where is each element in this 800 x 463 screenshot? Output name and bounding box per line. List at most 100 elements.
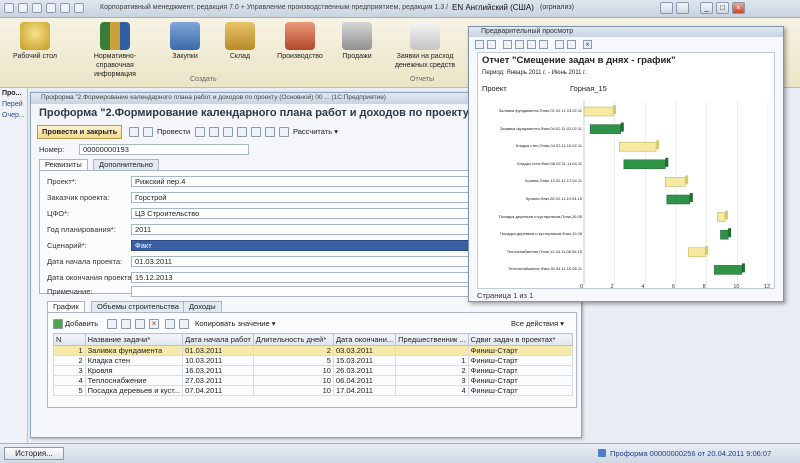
all-actions-button[interactable]: Все действия ▾ bbox=[511, 318, 564, 330]
tab-schedule[interactable]: График bbox=[47, 301, 85, 312]
desktop-icon bbox=[20, 22, 50, 50]
tab-construction-volumes[interactable]: Объемы строительства bbox=[91, 301, 185, 312]
col-start-date[interactable]: Дата начала работ bbox=[182, 333, 254, 346]
customer-label: Заказчик проекта: bbox=[47, 193, 110, 202]
cfo-label: ЦФО*: bbox=[47, 209, 70, 218]
doc-icon[interactable] bbox=[195, 127, 205, 137]
close-preview-icon[interactable]: × bbox=[583, 40, 592, 49]
fit-page-icon[interactable] bbox=[539, 40, 548, 49]
home-icon[interactable] bbox=[46, 3, 56, 13]
col-predecessor[interactable]: Предшественник ... bbox=[395, 333, 469, 346]
history-icon[interactable] bbox=[60, 3, 70, 13]
report-icon[interactable] bbox=[223, 127, 233, 137]
gantt-bar bbox=[688, 247, 706, 258]
gantt-task-label: Посадка деревьев и кустарников,План,26.0… bbox=[498, 213, 582, 219]
books-icon bbox=[100, 22, 130, 50]
structure-icon[interactable] bbox=[209, 127, 219, 137]
calculate-button[interactable]: Рассчитать ▾ bbox=[293, 126, 338, 138]
copy-icon[interactable] bbox=[251, 127, 261, 137]
status-message[interactable]: Проформа 00000000256 от 20.04.2011 9:06:… bbox=[610, 449, 771, 458]
language-extra: (огрнализ) bbox=[540, 4, 574, 11]
gantt-bar bbox=[589, 124, 622, 134]
gantt-bar-side bbox=[728, 228, 732, 238]
table-row[interactable]: 4 Теплоснабжение 27.03.2011 10 06.04.201… bbox=[53, 375, 574, 386]
info-icon[interactable] bbox=[676, 2, 689, 14]
gantt-tick-label: 4 bbox=[641, 284, 645, 289]
ribbon-group-reports: Отчеты bbox=[410, 76, 435, 83]
add-row-button[interactable]: Добавить bbox=[65, 318, 98, 330]
move-up-icon[interactable] bbox=[165, 319, 175, 329]
col-duration[interactable]: Длительность дней* bbox=[252, 333, 334, 346]
table-row[interactable]: 5 Посадка деревьев и куст... 07.04.2011 … bbox=[53, 385, 574, 396]
nav-item-queue[interactable]: Очер... bbox=[0, 110, 27, 121]
gantt-bar-side bbox=[689, 193, 693, 202]
col-number[interactable]: N bbox=[53, 333, 86, 346]
gantt-bar bbox=[720, 229, 729, 240]
copy-value-button[interactable]: Копировать значение ▾ bbox=[195, 318, 276, 330]
ribbon-cash-requests[interactable]: Заявки на расход денежных средств bbox=[385, 22, 465, 70]
forward-icon[interactable] bbox=[32, 3, 42, 13]
zoom-in-icon[interactable] bbox=[555, 40, 564, 49]
col-end-date[interactable]: Дата окончани... bbox=[332, 333, 397, 346]
col-task-shift[interactable]: Сдвиг задач в проектах* bbox=[467, 333, 574, 346]
gantt-task-label: Кровля,Факт,26.02.11,10.04.15 bbox=[526, 196, 582, 201]
edit-icon[interactable] bbox=[237, 127, 247, 137]
table-row[interactable]: 2 Кладка стен 10.03.2011 5 15.03.2011 1 … bbox=[53, 355, 574, 366]
number-label: Номер: bbox=[39, 145, 65, 154]
factory-icon bbox=[285, 22, 315, 50]
gantt-bar-side bbox=[725, 210, 729, 220]
two-pages-icon[interactable] bbox=[515, 40, 524, 49]
zoom-out-icon[interactable] bbox=[567, 40, 576, 49]
nav-item-go[interactable]: Перей bbox=[0, 99, 27, 110]
col-task-name[interactable]: Название задачи* bbox=[84, 333, 184, 346]
gantt-tick-label: 2 bbox=[610, 284, 614, 289]
post-button[interactable]: Провести bbox=[157, 126, 190, 138]
ribbon-desktop[interactable]: Рабочий стол bbox=[0, 22, 70, 61]
gantt-task-label: Заливка фундамента,Факт,04.02.11,02.02.1… bbox=[499, 125, 582, 131]
gantt-task-label: Теплоснабжение,План,12.04.11,08.06.15 bbox=[506, 248, 582, 254]
gantt-tick-label: 10 bbox=[733, 284, 740, 289]
back-icon[interactable] bbox=[18, 3, 28, 13]
tool-icon[interactable] bbox=[660, 2, 673, 14]
one-page-icon[interactable] bbox=[503, 40, 512, 49]
schedule-table: N Название задачи* Дата начала работ Дли… bbox=[53, 333, 574, 396]
minimize-icon[interactable]: _ bbox=[700, 2, 713, 14]
multi-page-icon[interactable] bbox=[527, 40, 536, 49]
save-icon[interactable] bbox=[129, 127, 139, 137]
delete-row-icon[interactable]: × bbox=[149, 319, 159, 329]
close-icon[interactable]: × bbox=[732, 2, 745, 14]
calculate-icon[interactable] bbox=[279, 127, 289, 137]
post-and-close-button[interactable]: Провести и закрыть bbox=[37, 125, 123, 139]
boxes-icon bbox=[225, 22, 255, 50]
gantt-bar-side bbox=[665, 157, 669, 167]
tab-revenues[interactable]: Доходы bbox=[183, 301, 222, 312]
tab-additional[interactable]: Дополнительно bbox=[93, 159, 159, 170]
copy-row-icon[interactable] bbox=[107, 319, 117, 329]
page-setup-icon[interactable] bbox=[487, 40, 496, 49]
edit-row-icon[interactable] bbox=[121, 319, 131, 329]
ribbon-reference-info[interactable]: Нормативно-справочная информация bbox=[80, 22, 150, 79]
clipboard-icon bbox=[410, 22, 440, 50]
move-down-icon[interactable] bbox=[179, 319, 189, 329]
favorites-icon[interactable] bbox=[74, 3, 84, 13]
gantt-bar-side bbox=[705, 245, 709, 255]
scenario-label: Сценарий*: bbox=[47, 241, 87, 250]
add-icon[interactable] bbox=[53, 319, 63, 329]
maximize-icon[interactable]: □ bbox=[716, 2, 729, 14]
table-header-row: N Название задачи* Дата начала работ Дли… bbox=[53, 333, 574, 346]
ribbon-sales[interactable]: Продажи bbox=[322, 22, 392, 61]
language-indicator[interactable]: EN Английский (США) bbox=[452, 3, 534, 12]
gantt-bar bbox=[619, 141, 657, 152]
end-edit-icon[interactable] bbox=[135, 319, 145, 329]
history-button[interactable]: История... bbox=[4, 447, 64, 460]
number-field[interactable]: 00000000193 bbox=[79, 144, 249, 155]
gantt-bar-side bbox=[685, 175, 689, 185]
table-row[interactable]: 1 Заливка фундамента 01.03.2011 2 03.03.… bbox=[53, 345, 574, 356]
print-icon[interactable] bbox=[475, 40, 484, 49]
post-icon[interactable] bbox=[143, 127, 153, 137]
app-logo-icon bbox=[4, 3, 14, 13]
gantt-task-label: Посадка деревьев и кустарников,Факт,10.0… bbox=[499, 231, 582, 237]
print-icon[interactable] bbox=[265, 127, 275, 137]
table-row[interactable]: 3 Кровля 16.03.2011 10 26.03.2011 2 Фини… bbox=[53, 365, 574, 376]
tab-requisites[interactable]: Реквизиты bbox=[39, 159, 88, 170]
